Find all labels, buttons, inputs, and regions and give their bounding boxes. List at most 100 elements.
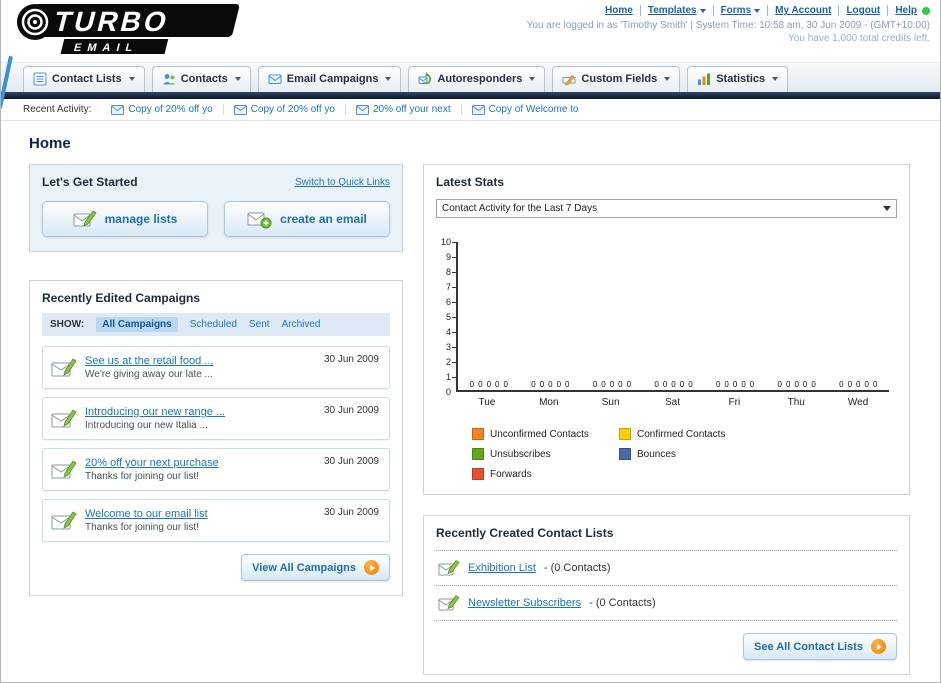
campaign-link[interactable]: Introducing our new range ... — [85, 406, 225, 418]
chart-category-label: Thu — [787, 397, 805, 408]
email-campaigns-icon — [268, 74, 282, 84]
chart-day-group: 00000 — [531, 380, 570, 389]
nav-link-templates[interactable]: Templates — [648, 5, 706, 16]
recent-activity-item[interactable]: Copy of 20% off yo — [101, 104, 222, 115]
header-right: Home Templates Forms My Account Logout H… — [527, 5, 930, 44]
filter-all-campaigns[interactable]: All Campaigns — [96, 317, 178, 332]
header-nav: Home Templates Forms My Account Logout H… — [527, 5, 930, 16]
recent-activity-item[interactable]: Copy of 20% off yo — [222, 104, 345, 115]
campaign-date: 30 Jun 2009 — [323, 405, 379, 416]
tab-statistics[interactable]: Statistics — [687, 66, 789, 92]
recent-activity-item[interactable]: 20% off your next — [344, 104, 461, 115]
tab-email-campaigns[interactable]: Email Campaigns — [257, 66, 402, 92]
contact-list-count: - (0 Contacts) — [589, 597, 656, 609]
chevron-down-icon — [883, 206, 891, 211]
header: TURBO EMAIL Home Templates Forms My Acco… — [1, 0, 940, 110]
campaign-subtitle: Introducing our new Italia ... — [85, 420, 208, 431]
tab-autoresponders[interactable]: Autoresponders — [408, 66, 546, 92]
chart-x-axis: Tue Mon Sun Sat Fri Thu Wed — [456, 397, 889, 408]
nav-link-forms[interactable]: Forms — [721, 5, 761, 16]
campaigns-title: Recently Edited Campaigns — [42, 291, 201, 305]
arrow-right-icon — [871, 639, 886, 654]
statistics-icon — [698, 73, 711, 85]
chart-day-group: 00000 — [777, 380, 816, 389]
campaign-list: See us at the retail food ... We're givin… — [42, 346, 390, 542]
recently-edited-campaigns-panel: Recently Edited Campaigns SHOW: All Camp… — [29, 280, 403, 596]
envelope-icon — [233, 104, 247, 115]
legend-item-unsubscribes: Unsubscribes — [472, 448, 619, 460]
recent-activity-bar: Recent Activity: Copy of 20% off yo Copy… — [1, 99, 940, 121]
recent-activity-item[interactable]: Copy of Welcome to — [460, 104, 589, 115]
filter-sent[interactable]: Sent — [249, 319, 270, 330]
stats-period-select[interactable]: Contact Activity for the Last 7 Days — [436, 199, 897, 218]
contact-list-row[interactable]: Exhibition List - (0 Contacts) — [436, 551, 897, 586]
envelope-pencil-icon — [51, 408, 77, 427]
create-email-button[interactable]: create an email — [224, 201, 390, 237]
chart-day-group: 00000 — [715, 380, 755, 389]
envelope-pencil-icon — [438, 560, 460, 576]
turbo-logo-graphic: TURBO EMAIL — [17, 4, 240, 54]
campaign-row[interactable]: 20% off your next purchase Thanks for joi… — [42, 448, 390, 491]
contact-list-count: - (0 Contacts) — [543, 562, 611, 574]
legend-swatch-unconfirmed — [472, 428, 484, 440]
nav-link-logout[interactable]: Logout — [846, 5, 880, 16]
filter-archived[interactable]: Archived — [282, 319, 321, 330]
turbo-email-logo[interactable]: TURBO EMAIL — [7, 2, 259, 63]
logo-primary-text: TURBO — [51, 6, 173, 38]
chart-category-label: Sat — [665, 397, 681, 408]
view-all-campaigns-button[interactable]: View All Campaigns — [241, 554, 390, 581]
recently-created-contact-lists-panel: Recently Created Contact Lists Exhibitio… — [423, 515, 910, 675]
chevron-down-icon — [699, 8, 706, 13]
get-started-panel: Let's Get Started Switch to Quick Links … — [29, 164, 403, 252]
legend-item-confirmed: Confirmed Contacts — [619, 428, 766, 440]
contact-list-link[interactable]: Newsletter Subscribers — [468, 597, 581, 609]
nav-link-my-account[interactable]: My Account — [775, 5, 831, 16]
campaign-subtitle: We're giving away our late ... — [85, 369, 213, 380]
tab-contact-lists[interactable]: Contact Lists — [23, 66, 145, 92]
contact-lists-list: Exhibition List - (0 Contacts) Newslette… — [436, 550, 897, 621]
switch-quick-links-link[interactable]: Switch to Quick Links — [295, 177, 390, 188]
left-column: Let's Get Started Switch to Quick Links … — [29, 164, 403, 675]
nav-link-home[interactable]: Home — [605, 5, 633, 16]
see-all-contact-lists-button[interactable]: See All Contact Lists — [742, 633, 897, 660]
campaign-link[interactable]: Welcome to our email list — [85, 508, 208, 520]
status-dot-icon — [922, 6, 930, 15]
campaign-row[interactable]: Introducing our new range ... Introducing… — [42, 397, 390, 440]
chart-day-group: 00000 — [839, 380, 878, 389]
campaign-link[interactable]: See us at the retail food ... — [85, 355, 213, 367]
campaign-row[interactable]: Welcome to our email list Thanks for join… — [42, 499, 390, 542]
main-content: Home Let's Get Started Switch to Quick L… — [1, 121, 940, 675]
envelope-pencil-icon — [438, 595, 460, 611]
envelope-icon — [355, 104, 369, 115]
legend-swatch-confirmed — [619, 428, 631, 440]
chart-category-label: Wed — [847, 397, 869, 408]
logo-secondary-text: EMAIL — [73, 42, 140, 54]
envelope-plus-icon — [247, 212, 272, 228]
contacts-icon — [162, 74, 176, 85]
campaign-row[interactable]: See us at the retail food ... We're givin… — [42, 346, 390, 389]
chevron-down-icon — [128, 77, 135, 81]
main-nav-tabbar: Contact Lists Contacts Email Campaigns A… — [1, 62, 940, 92]
tab-contacts[interactable]: Contacts — [151, 66, 251, 92]
latest-stats-panel: Latest Stats Contact Activity for the La… — [423, 164, 910, 495]
campaign-link[interactable]: 20% off your next purchase — [85, 457, 219, 469]
tab-custom-fields[interactable]: Custom Fields — [552, 66, 681, 92]
manage-lists-button[interactable]: manage lists — [42, 201, 208, 237]
credits-info: You have 1,000 total credits left. — [788, 33, 930, 44]
envelope-pencil-icon — [51, 357, 77, 376]
legend-item-forwards: Forwards — [472, 468, 619, 480]
contact-list-row[interactable]: Newsletter Subscribers - (0 Contacts) — [436, 586, 897, 621]
turbo-email-dashboard: TURBO EMAIL Home Templates Forms My Acco… — [0, 0, 941, 683]
campaign-subtitle: Thanks for joining our list! — [85, 522, 199, 533]
nav-link-help[interactable]: Help — [895, 5, 917, 16]
right-column: Latest Stats Contact Activity for the La… — [423, 164, 910, 675]
legend-item-unconfirmed: Unconfirmed Contacts — [472, 428, 619, 440]
filter-scheduled[interactable]: Scheduled — [190, 319, 237, 330]
legend-swatch-unsubscribes — [472, 448, 484, 460]
arrow-right-icon — [364, 560, 379, 575]
campaign-date: 30 Jun 2009 — [323, 354, 379, 365]
campaigns-filterbar: SHOW: All Campaigns Scheduled Sent Archi… — [42, 313, 390, 336]
envelope-pencil-icon — [73, 210, 97, 227]
contact-list-link[interactable]: Exhibition List — [468, 562, 536, 574]
latest-stats-title: Latest Stats — [436, 175, 505, 189]
